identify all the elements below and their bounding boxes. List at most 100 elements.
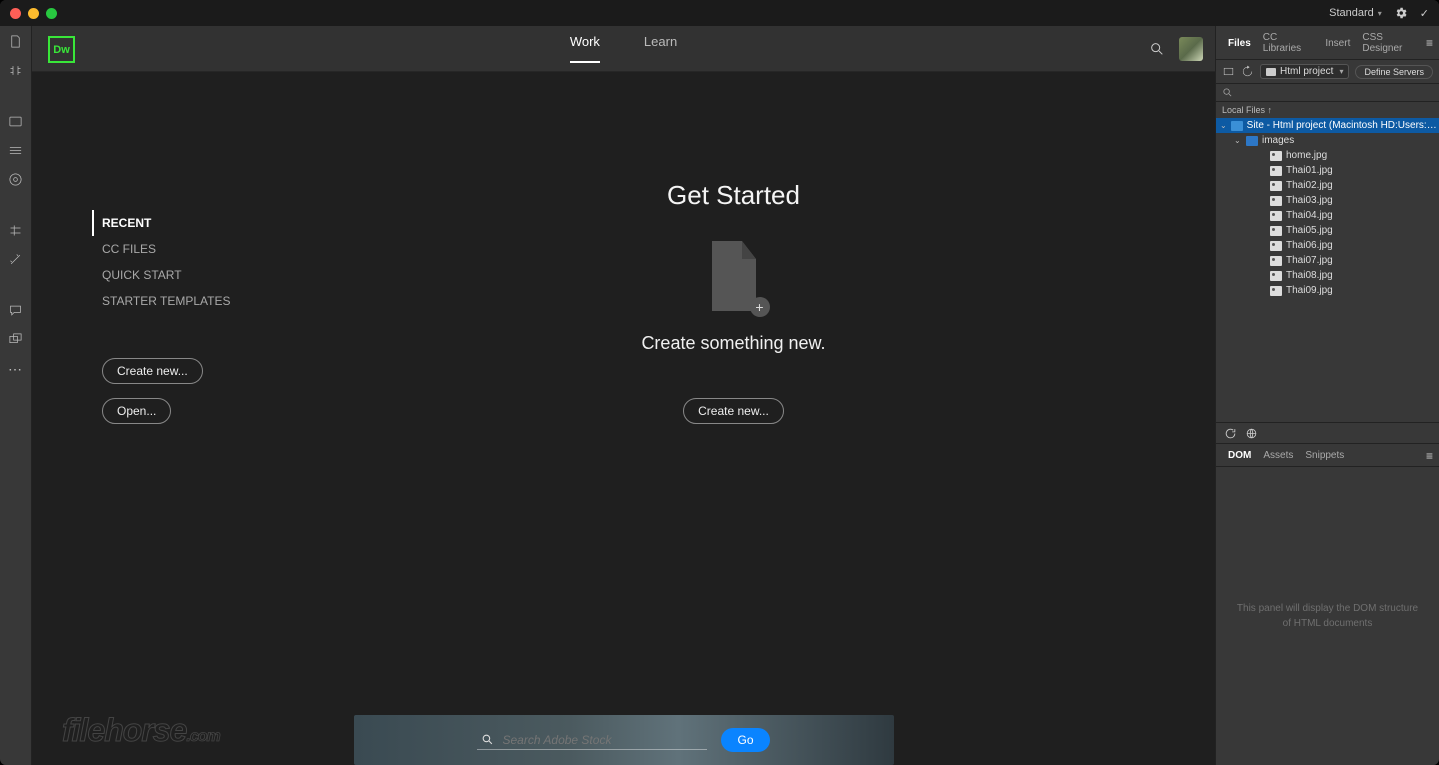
adobe-stock-banner: Go [354,715,894,765]
image-file-icon [1270,181,1282,191]
image-file-icon [1270,271,1282,281]
split-horizontal-icon[interactable] [8,143,23,158]
sync-check-icon[interactable]: ✓ [1420,7,1429,20]
live-view-icon[interactable] [8,63,23,78]
dom-panel: This panel will display the DOM structur… [1216,467,1439,765]
adobe-stock-search[interactable] [477,731,707,750]
project-selector[interactable]: Html project ▾ [1260,64,1349,79]
file-label: Thai01.jpg [1286,165,1333,176]
watermark: filehorse.com [62,712,220,749]
tree-file[interactable]: Thai03.jpg [1216,193,1439,208]
files-footer [1216,422,1439,444]
file-label: Thai08.jpg [1286,270,1333,281]
create-new-button[interactable]: Create new... [102,358,203,384]
create-new-center-button[interactable]: Create new... [683,398,784,424]
window-controls [10,8,57,19]
tree-folder-images[interactable]: ⌄ images [1216,133,1439,148]
wand-icon[interactable] [8,252,23,267]
refresh-icon[interactable] [1224,427,1237,440]
tree-file[interactable]: Thai09.jpg [1216,283,1439,298]
more-tools-icon[interactable]: ⋯ [8,361,23,378]
main-tabs: Work Learn [570,34,677,63]
workspace-label: Standard [1329,7,1374,19]
adobe-stock-search-input[interactable] [502,733,703,747]
new-document-icon: + [704,241,764,311]
close-window-button[interactable] [10,8,21,19]
tree-file[interactable]: Thai01.jpg [1216,163,1439,178]
related-files-icon[interactable] [8,332,23,347]
maximize-window-button[interactable] [46,8,57,19]
file-label: Thai04.jpg [1286,210,1333,221]
tree-file[interactable]: Thai08.jpg [1216,268,1439,283]
project-name: Html project [1280,66,1333,77]
preferences-icon[interactable] [8,172,23,187]
tree-file[interactable]: Thai07.jpg [1216,253,1439,268]
search-icon [1222,87,1233,98]
panel-tab-snippets[interactable]: Snippets [1299,448,1350,463]
titlebar-right: Standard ▾ ✓ [1329,6,1429,20]
adobe-stock-go-button[interactable]: Go [721,728,769,752]
panel-tab-cclibraries[interactable]: CC Libraries [1257,30,1320,56]
image-file-icon [1270,151,1282,161]
tree-file[interactable]: Thai06.jpg [1216,238,1439,253]
settings-gear-icon[interactable] [1394,6,1408,20]
panel-menu-icon[interactable]: ≡ [1426,449,1433,463]
comment-icon[interactable] [8,303,23,318]
file-label: Thai07.jpg [1286,255,1333,266]
workspace-selector[interactable]: Standard ▾ [1329,7,1382,19]
image-file-icon [1270,211,1282,221]
file-label: Thai06.jpg [1286,240,1333,251]
tab-learn[interactable]: Learn [644,34,677,63]
chevron-down-icon: ▾ [1378,9,1382,18]
define-servers-button[interactable]: Define Servers [1355,65,1433,79]
tree-file[interactable]: Thai02.jpg [1216,178,1439,193]
tree-file[interactable]: Thai04.jpg [1216,208,1439,223]
site-label: Site - Html project (Macintosh HD:Users:… [1247,120,1439,131]
minimize-window-button[interactable] [28,8,39,19]
open-button[interactable]: Open... [102,398,171,424]
image-file-icon [1270,226,1282,236]
tree-file[interactable]: Thai05.jpg [1216,223,1439,238]
image-file-icon [1270,241,1282,251]
folder-icon [1266,68,1276,76]
file-label: home.jpg [1286,150,1327,161]
chevron-down-icon: ⌄ [1234,136,1242,145]
ftp-connect-icon[interactable] [1222,65,1235,78]
panel-tab-cssdesigner[interactable]: CSS Designer [1356,30,1426,56]
extract-icon[interactable] [8,223,23,238]
files-filter-input[interactable] [1233,87,1433,98]
titlebar: Standard ▾ ✓ [0,0,1439,26]
panel-tab-files[interactable]: Files [1222,36,1257,51]
panel-tab-dom[interactable]: DOM [1222,448,1257,463]
files-filter-row [1216,84,1439,102]
dom-panel-tabs: DOM Assets Snippets ≡ [1216,444,1439,467]
file-label: Thai03.jpg [1286,195,1333,206]
sync-icon[interactable] [1241,65,1254,78]
files-panel-tabs: Files CC Libraries Insert CSS Designer ≡ [1216,26,1439,60]
image-file-icon [1270,286,1282,296]
image-file-icon [1270,196,1282,206]
get-started-subtitle: Create something new. [641,333,825,354]
dom-empty-message: This panel will display the DOM structur… [1216,467,1439,765]
file-management-icon[interactable] [8,34,23,49]
get-started-title: Get Started [667,180,800,211]
code-view-icon[interactable] [8,114,23,129]
topbar-right [1149,37,1203,61]
dreamweaver-logo-icon: Dw [48,36,75,63]
files-toolbar: Html project ▾ Define Servers [1216,60,1439,84]
file-tree: ⌄ Site - Html project (Macintosh HD:User… [1216,118,1439,422]
topbar: Dw Work Learn [32,26,1215,72]
panel-tab-insert[interactable]: Insert [1319,36,1356,51]
tab-work[interactable]: Work [570,34,600,63]
tree-site-root[interactable]: ⌄ Site - Html project (Macintosh HD:User… [1216,118,1439,133]
folder-label: images [1262,135,1294,146]
panel-menu-icon[interactable]: ≡ [1426,36,1433,50]
user-avatar[interactable] [1179,37,1203,61]
panel-tab-assets[interactable]: Assets [1257,448,1299,463]
globe-icon[interactable] [1245,427,1258,440]
tree-file[interactable]: home.jpg [1216,148,1439,163]
search-icon[interactable] [1149,41,1165,57]
file-label: Thai09.jpg [1286,285,1333,296]
plus-badge-icon: + [750,297,770,317]
left-toolbar: ⋯ [0,26,32,765]
